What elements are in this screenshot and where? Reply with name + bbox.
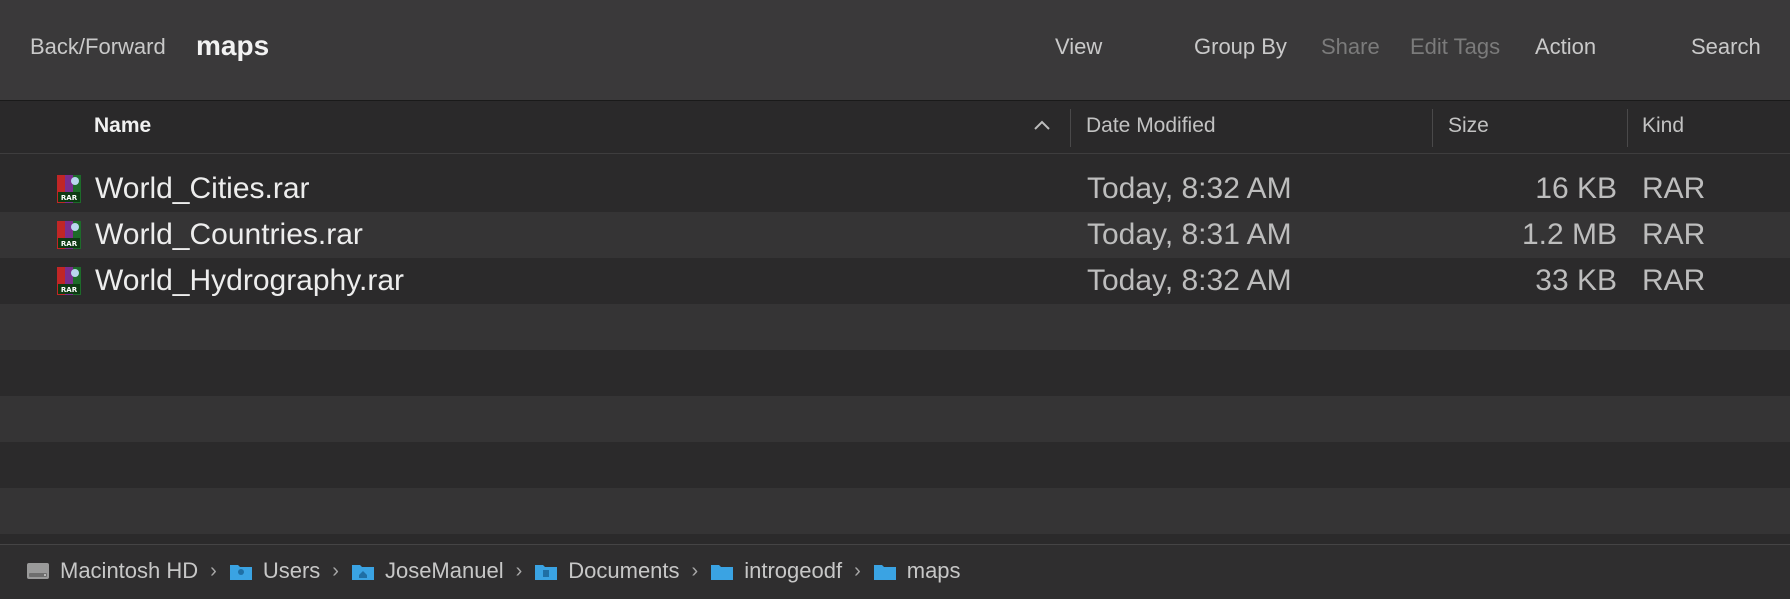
file-date: Today, 8:31 AM — [1087, 218, 1292, 251]
chevron-up-icon[interactable] — [1034, 120, 1050, 130]
column-divider[interactable] — [1070, 109, 1071, 147]
back-forward-button[interactable]: Back/Forward — [30, 34, 166, 60]
home-folder-icon — [351, 565, 374, 580]
rar-archive-icon: RAR — [57, 221, 81, 249]
rar-archive-icon: RAR — [57, 267, 81, 295]
path-label: Users — [262, 558, 321, 583]
share-button[interactable]: Share — [1321, 34, 1380, 60]
empty-row — [0, 396, 1790, 442]
path-item-users[interactable]: Users — [229, 558, 320, 584]
path-label: maps — [906, 558, 961, 583]
file-date: Today, 8:32 AM — [1087, 172, 1292, 205]
folder-icon — [229, 565, 252, 580]
column-name[interactable]: Name — [94, 114, 151, 138]
window-title: maps — [196, 30, 270, 61]
folder-icon — [711, 565, 734, 580]
file-kind: RAR — [1642, 264, 1706, 297]
file-kind: RAR — [1642, 218, 1706, 251]
column-divider[interactable] — [1627, 109, 1628, 147]
view-button[interactable]: View — [1055, 34, 1102, 60]
hard-drive-icon — [27, 563, 49, 579]
file-name: World_Countries.rar — [95, 218, 363, 251]
path-label: Documents — [568, 558, 680, 583]
empty-row — [0, 442, 1790, 488]
folder-icon — [535, 565, 558, 580]
folder-icon — [873, 565, 896, 580]
empty-row — [0, 350, 1790, 396]
file-size: 16 KB — [1535, 172, 1617, 205]
file-date: Today, 8:32 AM — [1087, 264, 1292, 297]
file-size: 1.2 MB — [1521, 218, 1617, 251]
file-kind: RAR — [1642, 172, 1706, 205]
toolbar: Back/Forward maps View Group By Share Ed… — [0, 0, 1790, 101]
svg-text:RAR: RAR — [61, 286, 78, 294]
path-label: introgeodf — [744, 558, 843, 583]
file-size: 33 KB — [1535, 264, 1617, 297]
action-button[interactable]: Action — [1535, 34, 1596, 60]
file-row[interactable]: RAR World_Hydrography.rar Today, 8:32 AM… — [0, 258, 1790, 304]
file-name: World_Hydrography.rar — [95, 264, 405, 297]
path-label: JoseManuel — [384, 558, 504, 583]
column-divider[interactable] — [1432, 109, 1433, 147]
path-item-introgeodf[interactable]: introgeodf — [710, 558, 842, 584]
path-bar: Macintosh HD › Users › JoseManuel › Docu… — [0, 544, 1790, 599]
svg-text:RAR: RAR — [61, 240, 78, 248]
search-button[interactable]: Search — [1691, 34, 1761, 60]
chevron-right-icon: › — [515, 559, 523, 582]
chevron-right-icon: › — [691, 559, 699, 582]
file-list: RAR World_Cities.rar Today, 8:32 AM 16 K… — [0, 166, 1790, 534]
path-item-documents[interactable]: Documents — [534, 558, 680, 584]
path-item-josemanuel[interactable]: JoseManuel — [351, 558, 504, 584]
column-size[interactable]: Size — [1448, 114, 1489, 138]
column-kind[interactable]: Kind — [1642, 114, 1684, 138]
chevron-right-icon: › — [332, 559, 339, 582]
empty-row — [0, 304, 1790, 350]
rar-archive-icon: RAR — [57, 175, 81, 203]
empty-row — [0, 488, 1790, 534]
path-item-maps[interactable]: maps — [873, 558, 961, 584]
chevron-right-icon: › — [854, 559, 861, 582]
column-date-modified[interactable]: Date Modified — [1086, 114, 1216, 138]
column-header: Name Date Modified Size Kind — [0, 101, 1790, 154]
path-item-macintosh-hd[interactable]: Macintosh HD — [26, 558, 198, 584]
chevron-right-icon: › — [210, 559, 217, 582]
svg-text:RAR: RAR — [61, 194, 78, 202]
file-name: World_Cities.rar — [95, 172, 310, 205]
path-label: Macintosh HD — [60, 558, 199, 583]
file-row[interactable]: RAR World_Cities.rar Today, 8:32 AM 16 K… — [0, 166, 1790, 212]
file-row[interactable]: RAR World_Countries.rar Today, 8:31 AM 1… — [0, 212, 1790, 258]
edit-tags-button[interactable]: Edit Tags — [1410, 34, 1500, 60]
group-by-button[interactable]: Group By — [1194, 34, 1287, 60]
